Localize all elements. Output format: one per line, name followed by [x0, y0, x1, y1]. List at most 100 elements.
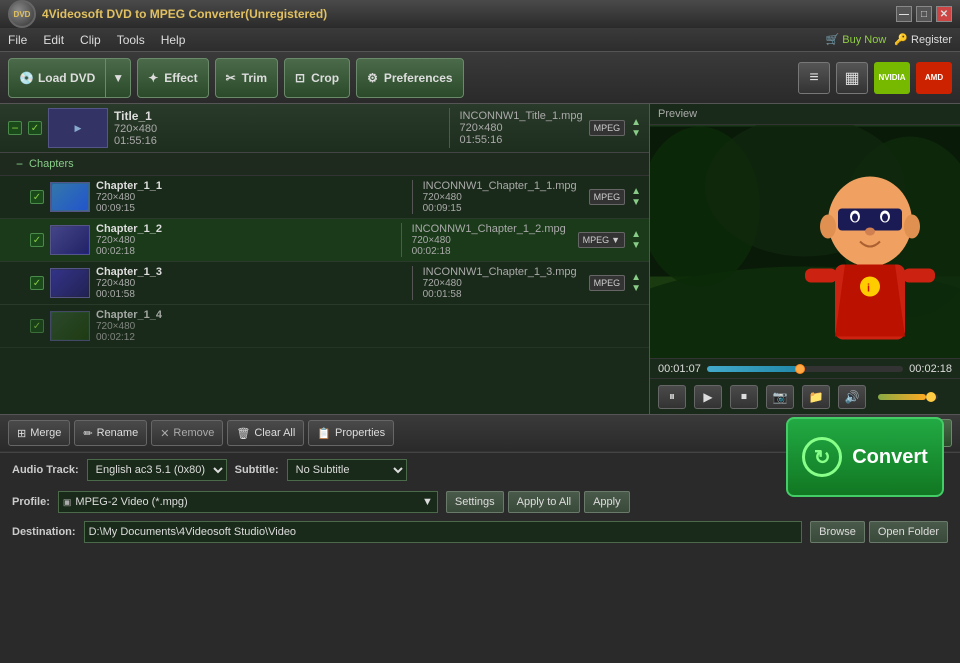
chapter-arrow-up-1[interactable]: ▲: [631, 230, 641, 240]
menu-help[interactable]: Help: [161, 33, 186, 47]
chapter-arrow-down-2[interactable]: ▼: [631, 284, 641, 294]
chapter-info-2: Chapter_1_3 720×480 00:01:58: [96, 266, 402, 300]
scissors-icon: ✂: [226, 71, 236, 85]
register-button[interactable]: 🔑 Register: [894, 33, 952, 46]
title-arrow-up[interactable]: ▲: [631, 118, 641, 128]
apply-button[interactable]: Apply: [584, 491, 630, 513]
chapter-arrow-down-1[interactable]: ▼: [631, 241, 641, 251]
profile-label: Profile:: [12, 496, 50, 508]
chapter-format-badge-2: MPEG: [589, 275, 626, 291]
load-dvd-arrow[interactable]: ▼: [106, 59, 130, 97]
title-thumbnail: ▶: [48, 108, 108, 148]
chapter-checkbox-0[interactable]: ✓: [30, 190, 44, 204]
title-checkbox[interactable]: ✓: [28, 121, 42, 135]
chapter-arrow-up-2[interactable]: ▲: [631, 273, 641, 283]
remove-button[interactable]: ✕ Remove: [151, 420, 223, 446]
title-info: Title_1 720×480 01:55:16: [114, 109, 439, 147]
chapter-badge-wrap-1: MPEG▼: [578, 232, 625, 248]
load-dvd-main[interactable]: 💿 Load DVD: [9, 59, 106, 97]
folder-button[interactable]: 📁: [802, 385, 830, 409]
convert-button[interactable]: ↻ Convert: [786, 417, 944, 497]
crop-button[interactable]: ⊡ Crop: [284, 58, 350, 98]
maximize-button[interactable]: □: [916, 6, 932, 22]
buy-now-button[interactable]: 🛒 Buy Now: [826, 33, 887, 46]
chapter-row-arrows-1: ▲ ▼: [631, 230, 641, 251]
audio-track-select[interactable]: English ac3 5.1 (0x80): [87, 459, 227, 481]
playback-controls: ⏸ ▶ ⏹ 📷 📁 🔊: [650, 378, 960, 414]
svg-text:i: i: [867, 283, 870, 295]
destination-label: Destination:: [12, 526, 76, 538]
destination-bar: Destination: Browse Open Folder: [0, 517, 960, 547]
merge-button[interactable]: ⊞ Merge: [8, 420, 70, 446]
load-dvd-button[interactable]: 💿 Load DVD ▼: [8, 58, 131, 98]
preview-video: i: [650, 125, 960, 358]
volume-slider[interactable]: [878, 394, 938, 400]
chapter-format-select-1[interactable]: MPEG▼: [578, 232, 625, 248]
cart-icon: 🛒: [826, 33, 840, 46]
chapter-thumbnail-3: [50, 311, 90, 341]
title-expand-button[interactable]: −: [8, 121, 22, 135]
play-button[interactable]: ▶: [694, 385, 722, 409]
title-row-arrows: ▲ ▼: [631, 118, 641, 139]
trim-button[interactable]: ✂ Trim: [215, 58, 278, 98]
subtitle-select[interactable]: No Subtitle: [287, 459, 407, 481]
apply-to-all-button[interactable]: Apply to All: [508, 491, 580, 513]
settings-button[interactable]: Settings: [446, 491, 504, 513]
chapter-row[interactable]: ✓ Chapter_1_4 720×480 00:02:12: [0, 305, 649, 348]
progress-track[interactable]: [707, 366, 903, 372]
menu-tools[interactable]: Tools: [117, 33, 145, 47]
snapshot-button[interactable]: 📷: [766, 385, 794, 409]
preview-frame: i: [650, 125, 960, 358]
clear-all-button[interactable]: 🗑 Clear All: [227, 420, 304, 446]
list-view-button[interactable]: ≡: [798, 62, 830, 94]
nvidia-badge: NVIDIA: [874, 62, 910, 94]
destination-input[interactable]: [84, 521, 803, 543]
menu-right: 🛒 Buy Now 🔑 Register: [826, 33, 952, 46]
preferences-button[interactable]: ⚙ Preferences: [356, 58, 463, 98]
menu-file[interactable]: File: [8, 33, 27, 47]
volume-thumb[interactable]: [926, 392, 936, 402]
total-time: 00:02:18: [909, 363, 952, 375]
divider: [449, 108, 450, 148]
convert-icon: ↻: [802, 437, 842, 477]
chapter-output-1: INCONNW1_Chapter_1_2.mpg 720×480 00:02:1…: [412, 223, 572, 257]
convert-section: ↻ Convert: [786, 417, 944, 497]
dvd-toolbar-icon: 💿: [19, 71, 34, 85]
convert-label: Convert: [852, 446, 928, 469]
progress-thumb[interactable]: [795, 364, 805, 374]
chapter-row[interactable]: ✓ Chapter_1_3 720×480 00:01:58 INCONNW1_…: [0, 262, 649, 305]
close-button[interactable]: ✕: [936, 6, 952, 22]
effect-button[interactable]: ✦ Effect: [137, 58, 208, 98]
grid-view-button[interactable]: ▦: [836, 62, 868, 94]
chapter-checkbox-1[interactable]: ✓: [30, 233, 44, 247]
volume-fill: [878, 394, 926, 400]
refresh-icon: ↻: [814, 445, 831, 470]
pause-button[interactable]: ⏸: [658, 385, 686, 409]
properties-button[interactable]: 📋 Properties: [308, 420, 394, 446]
title-arrow-down[interactable]: ▼: [631, 129, 641, 139]
stop-button[interactable]: ⏹: [730, 385, 758, 409]
chapter-checkbox-3[interactable]: ✓: [30, 319, 44, 333]
menu-clip[interactable]: Clip: [80, 33, 101, 47]
chapters-expand-button[interactable]: −: [16, 157, 23, 171]
volume-button[interactable]: 🔊: [838, 385, 866, 409]
open-folder-button[interactable]: Open Folder: [869, 521, 948, 543]
title-resolution: 720×480: [114, 123, 439, 135]
preview-panel: Preview: [650, 104, 960, 414]
profile-select[interactable]: ▣ MPEG-2 Video (*.mpg) ▼: [58, 491, 438, 513]
browse-button[interactable]: Browse: [810, 521, 865, 543]
chapter-row[interactable]: ✓ Chapter_1_1 720×480 00:09:15 INCONNW1_…: [0, 176, 649, 219]
chapter-info-1: Chapter_1_2 720×480 00:02:18: [96, 223, 391, 257]
main-content: − ✓ ▶ Title_1 720×480 01:55:16 INCONNW1_…: [0, 104, 960, 414]
title-row[interactable]: − ✓ ▶ Title_1 720×480 01:55:16 INCONNW1_…: [0, 104, 649, 153]
chapter-arrow-up-0[interactable]: ▲: [631, 187, 641, 197]
rename-button[interactable]: ✏ Rename: [74, 420, 147, 446]
destination-buttons: Browse Open Folder: [810, 521, 948, 543]
chapters-label: Chapters: [29, 158, 74, 170]
menu-edit[interactable]: Edit: [43, 33, 64, 47]
minimize-button[interactable]: —: [896, 6, 912, 22]
chapter-checkbox-2[interactable]: ✓: [30, 276, 44, 290]
title-controls: — □ ✕: [896, 6, 952, 22]
chapter-arrow-down-0[interactable]: ▼: [631, 198, 641, 208]
chapter-row[interactable]: ✓ Chapter_1_2 720×480 00:02:18 INCONNW1_…: [0, 219, 649, 262]
